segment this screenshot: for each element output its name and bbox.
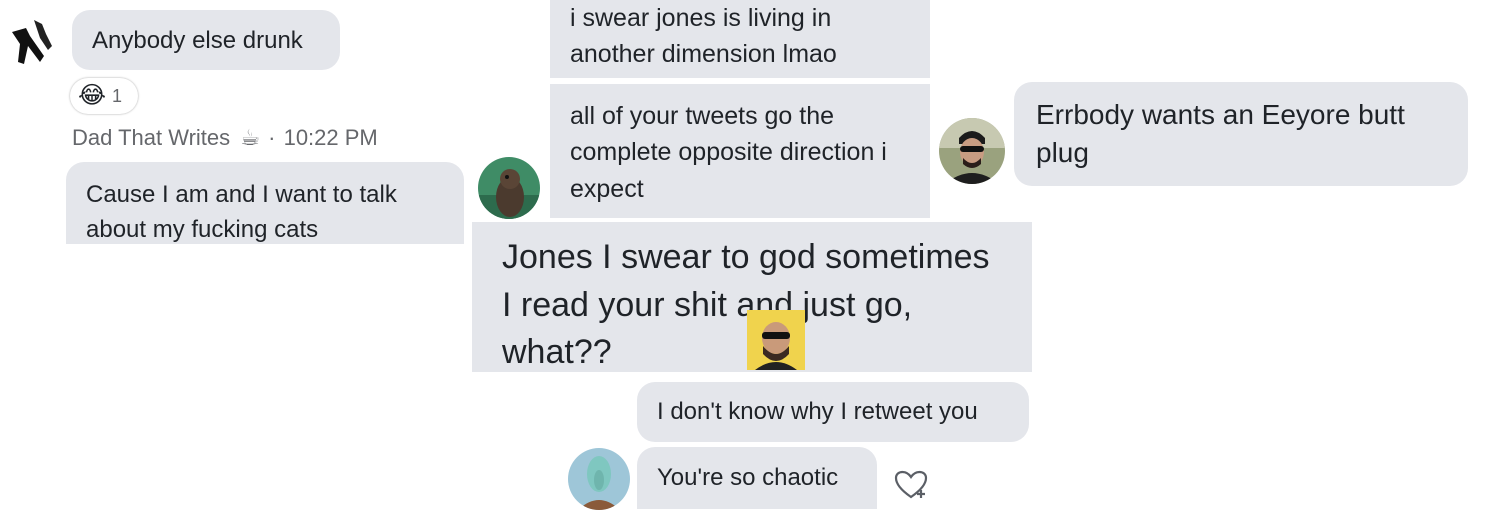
message-time: 10:22 PM — [283, 125, 378, 150]
message-anybody: Anybody else drunk — [72, 10, 340, 70]
man-sunglasses-avatar[interactable] — [939, 118, 1005, 184]
squidward-avatar[interactable] — [568, 448, 630, 510]
heart-add-icon[interactable] — [894, 470, 930, 500]
laughing-emoji-icon: 😂 — [78, 82, 107, 109]
reaction-pill[interactable]: 😂 1 — [70, 78, 138, 114]
message-cause: Cause I am and I want to talk about my f… — [66, 162, 464, 244]
sender-name: Dad That Writes — [72, 125, 231, 150]
man-sunglasses-inline-avatar — [747, 310, 805, 370]
meta-separator: · — [268, 125, 276, 150]
crow-avatar[interactable] — [4, 12, 62, 70]
message-swear-jones: i swear jones is living in another dimen… — [550, 0, 930, 78]
seal-avatar[interactable] — [478, 157, 540, 219]
message-errbody: Errbody wants an Eeyore butt plug — [1014, 82, 1468, 186]
message-tweets: all of your tweets go the complete oppos… — [550, 84, 930, 218]
reaction-count: 1 — [112, 85, 123, 106]
message-retweet: I don't know why I retweet you — [637, 382, 1029, 442]
message-meta: Dad That Writes ☕ · 10:22 PM — [72, 125, 378, 151]
coffee-emoji-icon: ☕ — [240, 125, 260, 150]
